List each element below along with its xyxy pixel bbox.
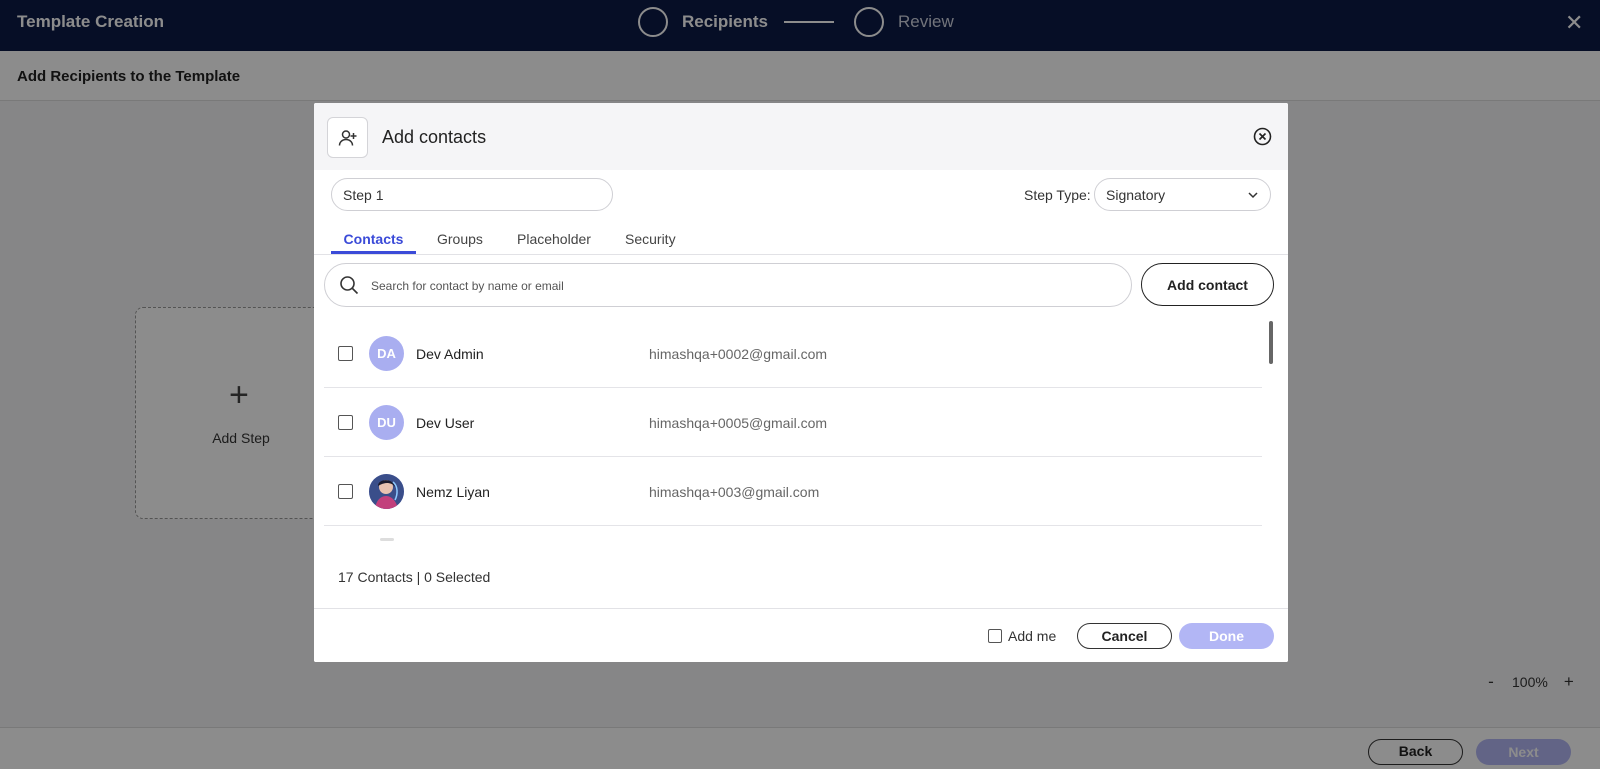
contact-name: Nemz Liyan: [416, 484, 490, 500]
add-me-label: Add me: [1008, 628, 1057, 644]
contact-list: DA Dev Admin himashqa+0002@gmail.com DU …: [324, 319, 1262, 541]
add-user-icon: [327, 117, 368, 158]
contacts-count: 17 Contacts | 0 Selected: [338, 569, 491, 585]
modal-header: Add contacts: [314, 103, 1288, 170]
tab-contacts[interactable]: Contacts: [331, 217, 416, 254]
contact-row[interactable]: DA Dev Admin himashqa+0002@gmail.com: [324, 319, 1262, 388]
row-checkbox[interactable]: [338, 415, 353, 430]
tab-groups[interactable]: Groups: [437, 217, 483, 254]
modal-footer: Add me Cancel Done: [314, 608, 1288, 662]
row-checkbox[interactable]: [338, 484, 353, 499]
row-checkbox[interactable]: [338, 346, 353, 361]
modal-title: Add contacts: [382, 127, 487, 147]
done-button[interactable]: Done: [1179, 623, 1274, 649]
list-scrollbar[interactable]: [1269, 321, 1273, 364]
search-box: [324, 263, 1132, 307]
avatar-photo: [369, 474, 404, 509]
cancel-button[interactable]: Cancel: [1077, 623, 1172, 649]
step-type-select[interactable]: Signatory: [1094, 178, 1271, 211]
contact-row[interactable]: Nemz Liyan himashqa+003@gmail.com: [324, 457, 1262, 526]
partial-row-avatar: [380, 538, 394, 541]
step-type-label: Step Type:: [1024, 187, 1091, 203]
modal-tabs: Contacts Groups Placeholder Security: [314, 217, 1288, 255]
step-name-input[interactable]: [331, 178, 613, 211]
contact-email: himashqa+003@gmail.com: [649, 484, 820, 500]
contact-row[interactable]: DU Dev User himashqa+0005@gmail.com: [324, 388, 1262, 457]
contact-name: Dev User: [416, 415, 475, 431]
add-me-checkbox[interactable]: [988, 629, 1002, 643]
step-type-value: Signatory: [1106, 187, 1166, 203]
add-contact-button[interactable]: Add contact: [1141, 263, 1274, 306]
avatar: DU: [369, 405, 404, 440]
search-icon: [340, 276, 359, 295]
close-circle-icon[interactable]: [1253, 127, 1272, 146]
contact-name: Dev Admin: [416, 346, 484, 362]
contact-email: himashqa+0002@gmail.com: [649, 346, 828, 362]
add-contacts-modal: Add contacts Step Type: Signatory Contac…: [314, 103, 1288, 662]
avatar: DA: [369, 336, 404, 371]
tab-placeholder[interactable]: Placeholder: [517, 217, 591, 254]
chevron-down-icon: [1248, 192, 1258, 199]
contact-email: himashqa+0005@gmail.com: [649, 415, 828, 431]
search-input[interactable]: [371, 274, 1111, 298]
tab-security[interactable]: Security: [625, 217, 676, 254]
